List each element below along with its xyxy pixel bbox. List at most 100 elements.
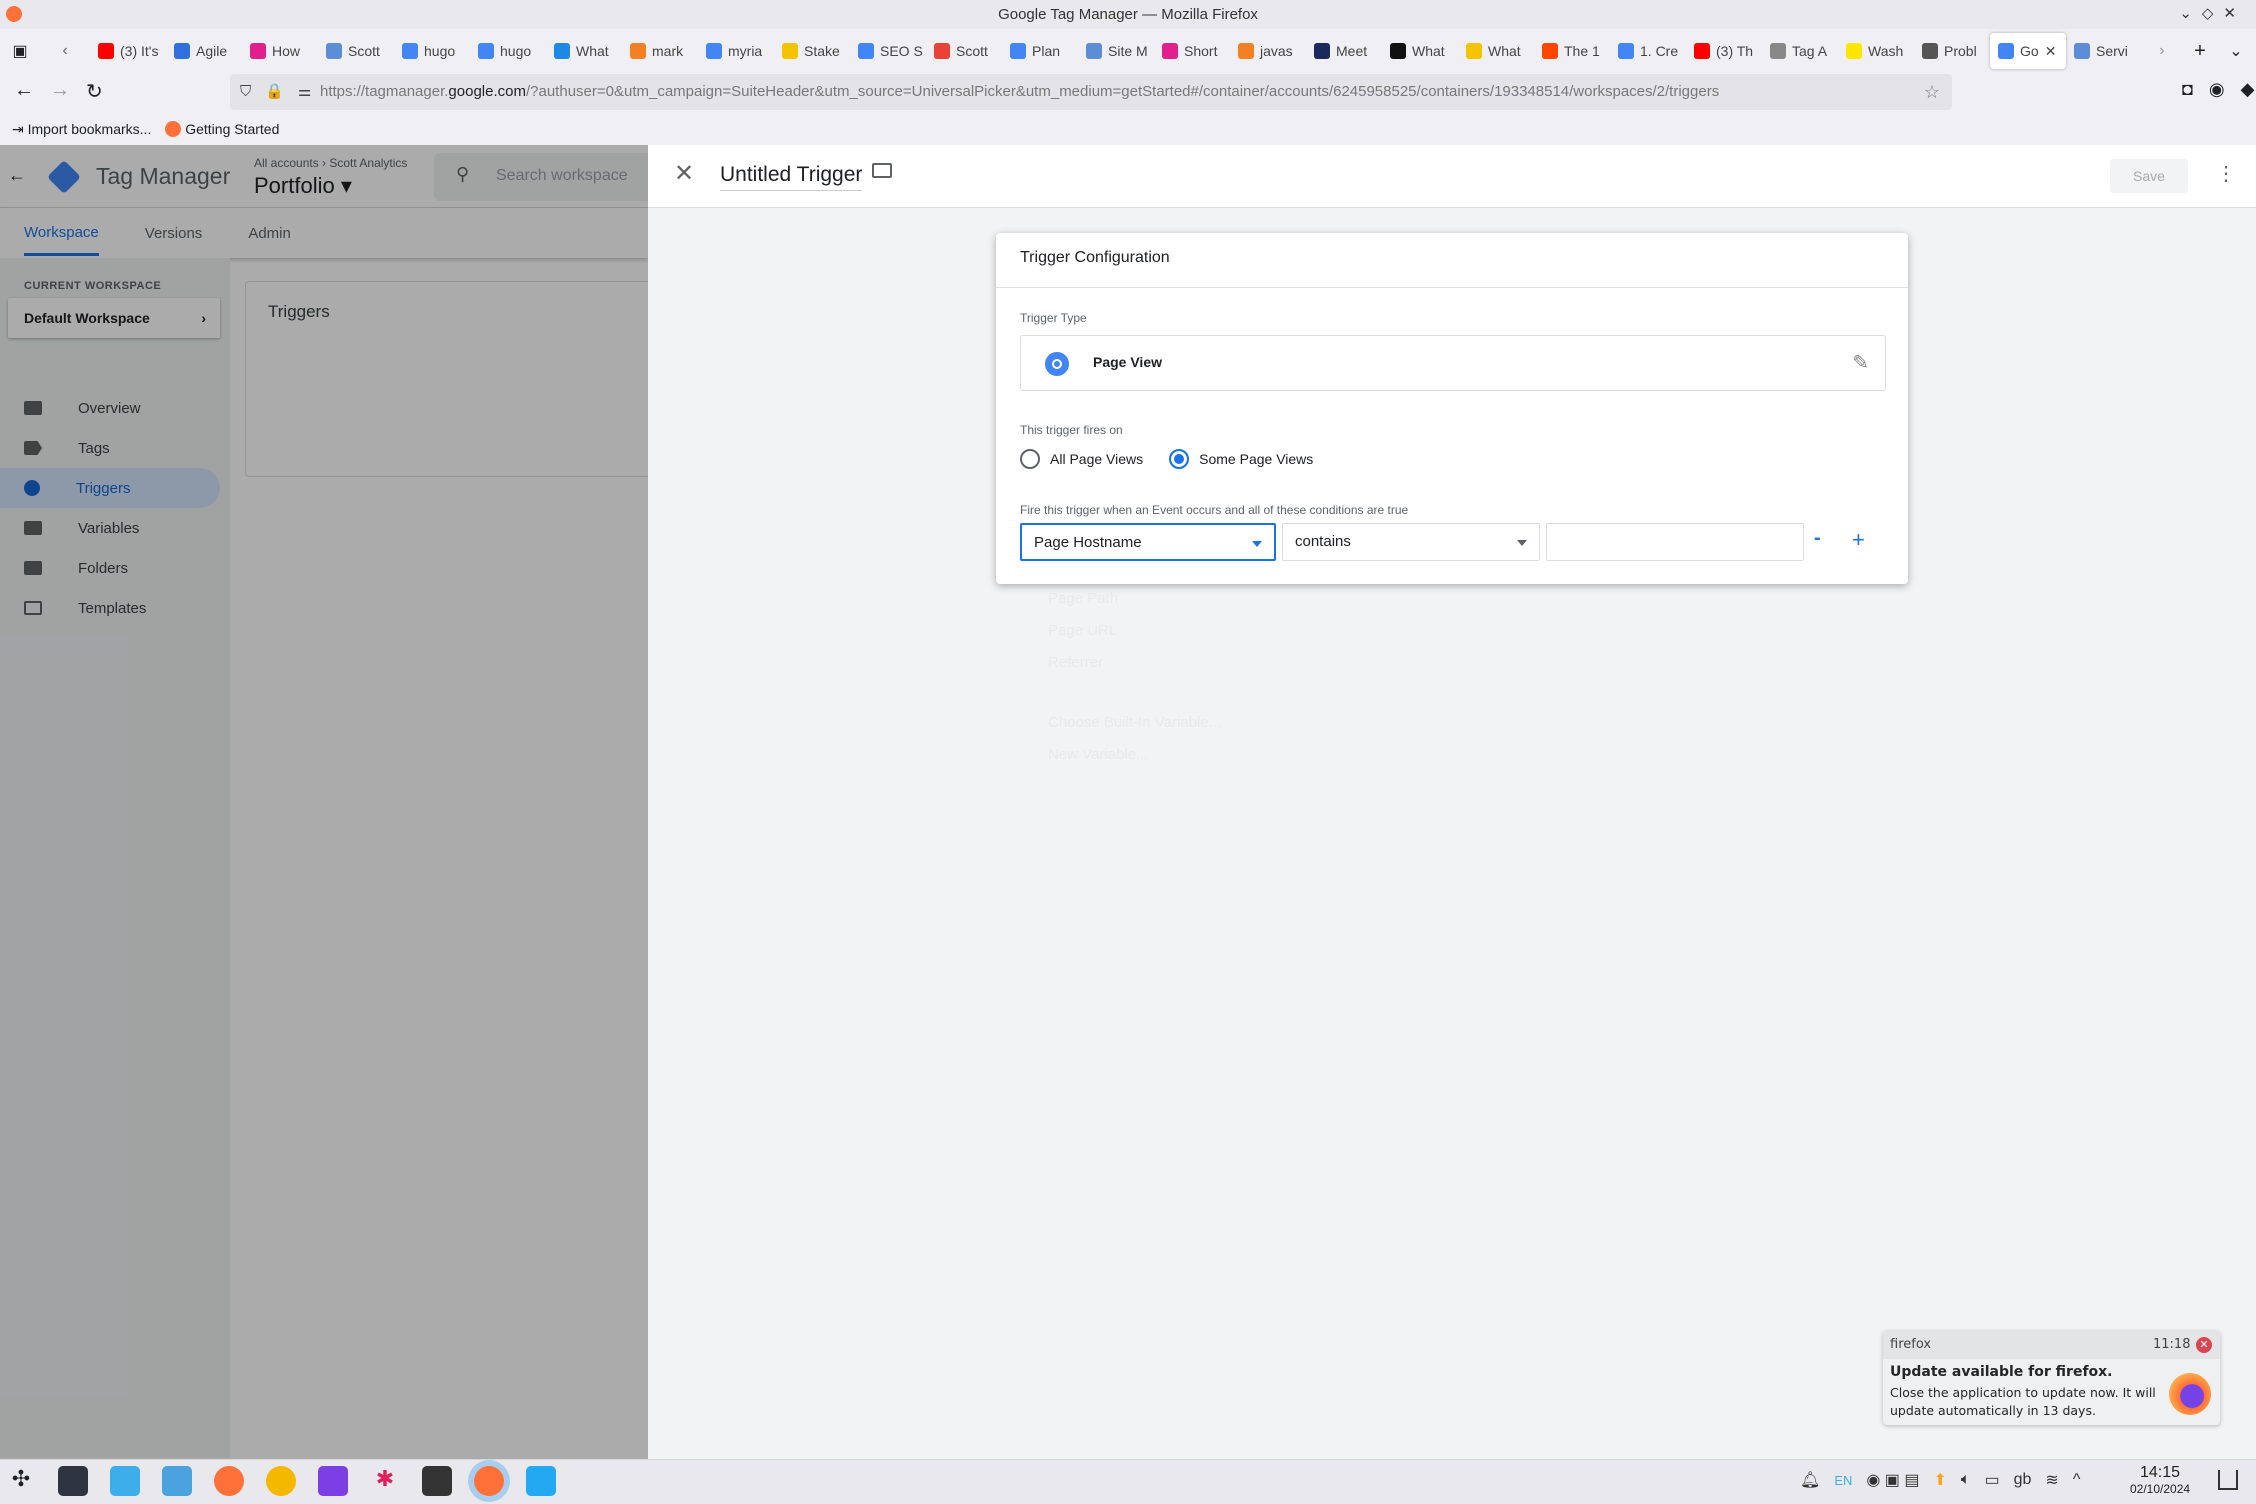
bookmarks-bar: ⇥ Import bookmarks... Getting Started <box>0 113 2256 145</box>
fires-on-radio-group: All Page Views Some Page Views <box>1020 449 1313 469</box>
condition-variable-select[interactable]: Page Hostname <box>1020 523 1276 561</box>
remove-condition-button[interactable]: - <box>1814 527 1821 550</box>
browser-tab[interactable]: SEO S <box>850 33 926 69</box>
variable-dropdown-ghost: Page Path Page URL Referrer Choose Built… <box>1018 583 1278 771</box>
vscode-icon[interactable] <box>526 1466 556 1496</box>
tab-label: Site M <box>1108 43 1148 59</box>
tab-label: Plan <box>1032 43 1061 59</box>
tab-scroll-left-icon[interactable]: ‹ <box>40 42 90 60</box>
notifications-icon[interactable]: 🔔︎ <box>1800 1470 1820 1490</box>
browser-tab[interactable]: Meet <box>1306 33 1382 69</box>
terminal-icon[interactable] <box>422 1466 452 1496</box>
browser-tab[interactable]: Go ✕ <box>1990 33 2066 69</box>
radio-all-page-views[interactable] <box>1020 449 1040 469</box>
window-controls[interactable]: ⌄◇✕ <box>2179 4 2246 22</box>
browser-tab[interactable]: Scott <box>318 33 394 69</box>
site-security-icons[interactable]: ⛉🔒⚌ <box>240 74 325 110</box>
trigger-name-field[interactable]: Untitled Trigger <box>720 163 863 191</box>
phpstorm-icon[interactable] <box>318 1466 348 1496</box>
browser-tab[interactable]: Plan <box>1002 33 1078 69</box>
trigger-type-name: Page View <box>1093 354 1163 370</box>
firefox-active-icon[interactable] <box>474 1466 504 1496</box>
radio-some-page-views[interactable] <box>1169 449 1190 469</box>
tray-icons[interactable]: ◉ ▣ ▤ <box>1866 1470 1919 1490</box>
browser-tab[interactable]: Probl <box>1914 33 1990 69</box>
close-notification-icon[interactable]: ✕ <box>2196 1337 2212 1353</box>
show-desktop-icon[interactable] <box>2218 1470 2238 1490</box>
browser-tab[interactable]: (3) It's <box>90 33 166 69</box>
browser-tab[interactable]: The 1 <box>1534 33 1610 69</box>
favicon-icon <box>250 43 266 59</box>
browser-tab[interactable]: Short <box>1154 33 1230 69</box>
discover-icon[interactable] <box>110 1466 140 1496</box>
tab-label: hugo <box>424 43 456 59</box>
bookmark-star-icon[interactable]: ☆ <box>1924 74 1940 110</box>
tray-expand-icon[interactable]: ^ <box>2073 1471 2081 1489</box>
browser-tab[interactable]: Scott <box>926 33 1002 69</box>
browser-tab[interactable]: hugo <box>470 33 546 69</box>
trigger-type-selector[interactable]: Page View ✎ <box>1020 335 1886 391</box>
browser-tab[interactable]: mark <box>622 33 698 69</box>
trigger-editor-panel: ✕ Untitled Trigger Save ⋮ Page Path Page… <box>648 145 2256 1459</box>
bookmark-getting-started[interactable]: Getting Started <box>165 121 279 137</box>
browser-tab[interactable]: hugo <box>394 33 470 69</box>
app-launcher-icon[interactable]: ✣ <box>6 1466 36 1496</box>
url-bar[interactable]: https://tagmanager.google.com/?authuser=… <box>230 74 1952 110</box>
slack-icon[interactable]: ✱ <box>370 1466 400 1496</box>
wifi-icon[interactable]: ≋ <box>2045 1470 2058 1490</box>
more-options-icon[interactable]: ⋮ <box>2216 161 2236 186</box>
folder-icon[interactable] <box>872 163 892 178</box>
favicon-icon <box>2074 43 2090 59</box>
favicon-icon <box>326 43 342 59</box>
tab-overview-icon[interactable]: ▣ <box>0 41 40 61</box>
forward-icon[interactable]: → <box>50 79 70 102</box>
favicon-icon <box>630 43 646 59</box>
firefox-logo-icon <box>2169 1373 2211 1415</box>
tab-scroll-right-icon[interactable]: › <box>2142 42 2182 60</box>
modal-overlay[interactable] <box>0 145 648 1459</box>
firefox-icon[interactable] <box>214 1466 244 1496</box>
add-condition-button[interactable]: + <box>1852 527 1865 553</box>
edit-pencil-icon[interactable]: ✎ <box>1852 350 1869 375</box>
browser-tab[interactable]: Stake <box>774 33 850 69</box>
browser-tab[interactable]: myria <box>698 33 774 69</box>
taskbar-apps: ✣ ✱ <box>6 1466 556 1496</box>
close-icon[interactable]: ✕ <box>674 159 694 188</box>
back-icon[interactable]: ← <box>14 79 34 102</box>
browser-tab[interactable]: Agile <box>166 33 242 69</box>
browser-tab[interactable]: What <box>546 33 622 69</box>
save-button[interactable]: Save <box>2110 159 2188 193</box>
browser-tab[interactable]: Servi <box>2066 33 2142 69</box>
clock[interactable]: 14:15 02/10/2024 <box>2130 1464 2190 1496</box>
system-monitor-icon[interactable] <box>58 1466 88 1496</box>
new-tab-button[interactable]: + <box>2182 40 2218 63</box>
condition-operator-select[interactable]: contains <box>1282 523 1540 561</box>
browser-tab[interactable]: 1. Cre <box>1610 33 1686 69</box>
browser-tab[interactable]: Tag A <box>1762 33 1838 69</box>
close-tab-icon[interactable]: ✕ <box>2045 43 2057 60</box>
toolbar-icons[interactable]: ◘◉◆⧉≡ <box>2182 79 2256 100</box>
file-manager-icon[interactable] <box>162 1466 192 1496</box>
favicon-icon <box>1390 43 1406 59</box>
condition-value-input[interactable] <box>1546 523 1804 561</box>
list-tabs-icon[interactable]: ⌄ <box>2218 41 2254 61</box>
keyboard-layout[interactable]: gb <box>2014 1471 2032 1489</box>
bookmark-import[interactable]: ⇥ Import bookmarks... <box>12 121 151 138</box>
keeweb-icon[interactable] <box>266 1466 296 1496</box>
tab-label: What <box>1488 43 1521 59</box>
volume-icon[interactable]: 🔈︎ <box>1961 1471 1971 1489</box>
browser-tab[interactable]: javas <box>1230 33 1306 69</box>
browser-tab[interactable]: What <box>1382 33 1458 69</box>
browser-tab[interactable]: Site M <box>1078 33 1154 69</box>
browser-tab[interactable]: How <box>242 33 318 69</box>
battery-icon[interactable]: ▭ <box>1984 1470 1999 1490</box>
browser-tab[interactable]: (3) Th <box>1686 33 1762 69</box>
favicon-icon <box>858 43 874 59</box>
selected-value: contains <box>1295 533 1351 550</box>
update-icon[interactable]: ⬆ <box>1933 1470 1946 1490</box>
browser-tab[interactable]: What <box>1458 33 1534 69</box>
language-indicator[interactable]: EN <box>1834 1473 1852 1488</box>
browser-tab[interactable]: Wash <box>1838 33 1914 69</box>
reload-icon[interactable]: ↻ <box>86 79 103 104</box>
favicon-icon <box>782 43 798 59</box>
